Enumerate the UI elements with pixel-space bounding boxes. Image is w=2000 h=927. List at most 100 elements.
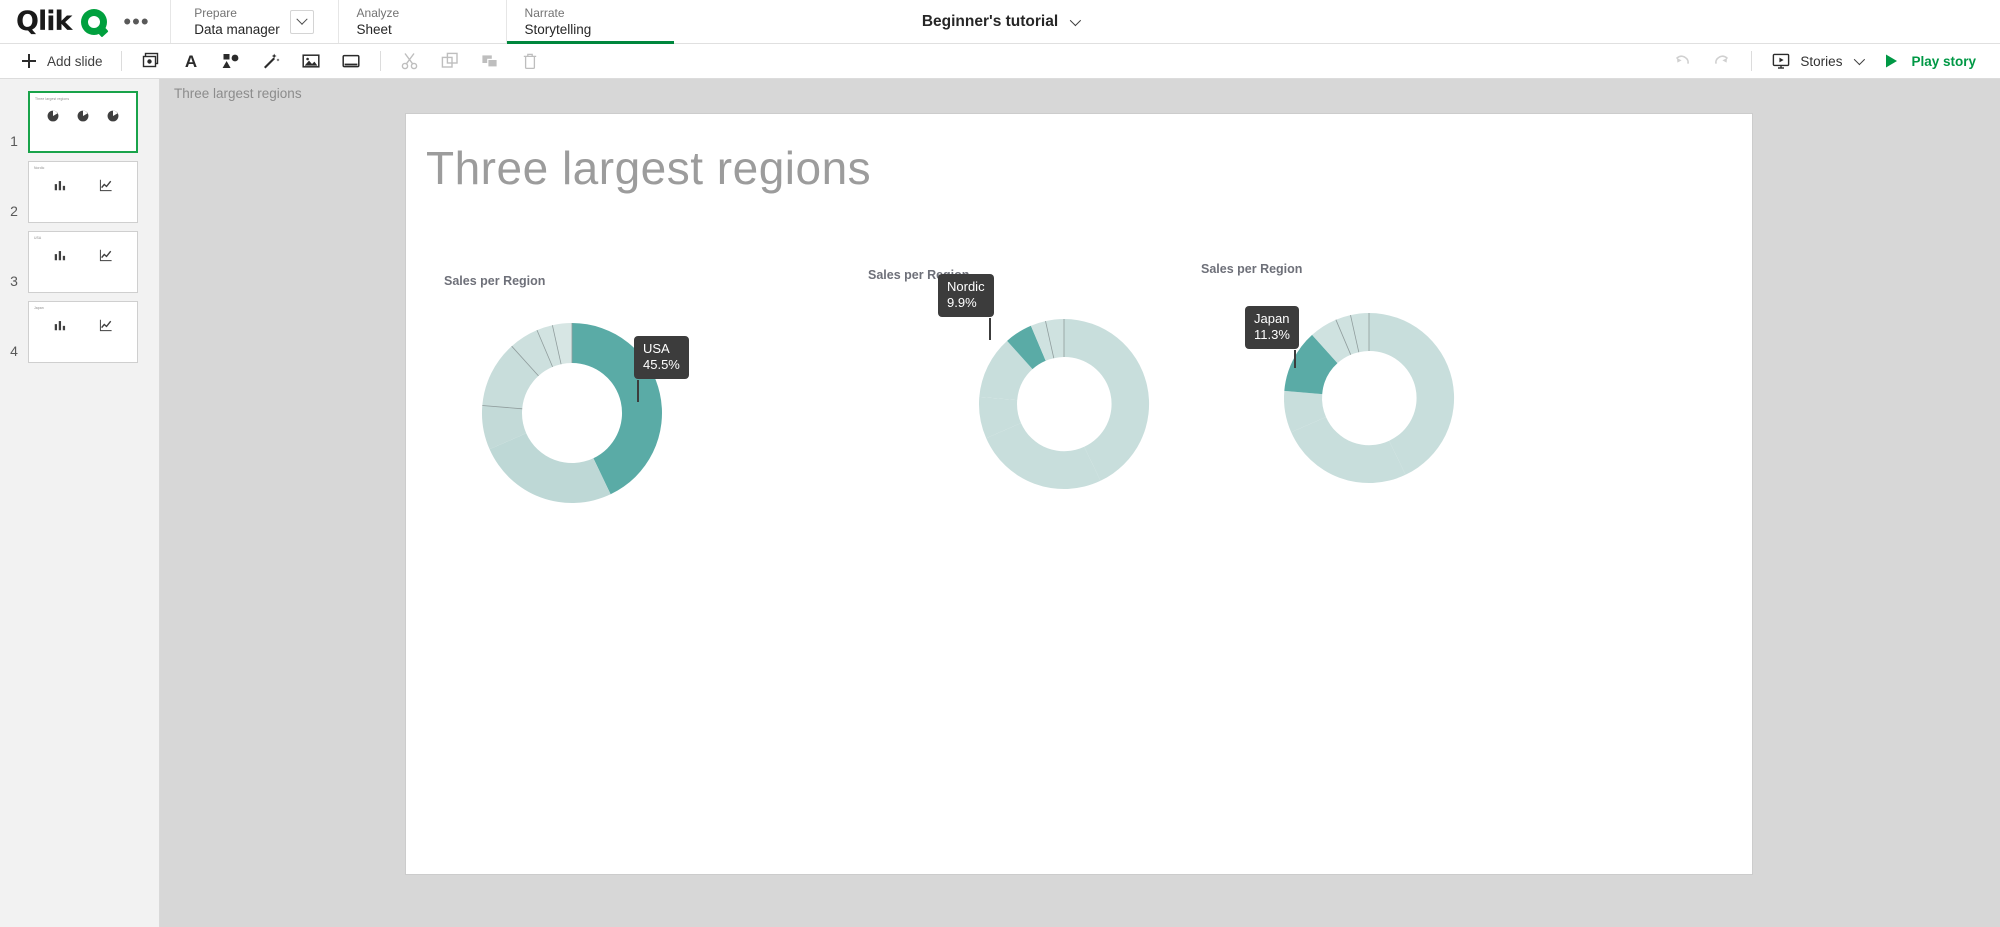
qlik-logo-icon bbox=[81, 8, 108, 35]
viz-sales-per-region-1[interactable]: Sales per Region USA 45.5% bbox=[444, 274, 744, 518]
snapshot-library-icon bbox=[140, 50, 162, 72]
slide-thumbnail-content bbox=[29, 248, 137, 262]
viz-sales-per-region-3[interactable]: Sales per Region Japan 11.3% bbox=[1201, 262, 1521, 506]
play-story-label: Play story bbox=[1911, 53, 1976, 69]
delete-icon bbox=[519, 50, 541, 72]
slide-number: 3 bbox=[10, 273, 18, 289]
copy-button[interactable] bbox=[431, 47, 469, 75]
stories-dropdown-button[interactable]: Stories bbox=[1762, 47, 1870, 75]
more-menu-button[interactable]: ••• bbox=[117, 10, 155, 32]
slide-thumbnail-panel[interactable]: 1 Three largest regions 2 Nordic 3 USA 4… bbox=[0, 79, 160, 927]
donut-chart-japan[interactable]: Japan 11.3% bbox=[1201, 276, 1521, 506]
viz-title: Sales per Region bbox=[1201, 262, 1303, 276]
canvas-slide-label-bar: Three largest regions bbox=[160, 79, 2000, 107]
undo-button[interactable] bbox=[1663, 47, 1701, 75]
slide-thumbnail[interactable]: USA bbox=[28, 231, 138, 293]
nav-section-narrate[interactable]: Narrate Storytelling bbox=[505, 0, 674, 44]
donut-svg bbox=[978, 318, 1150, 490]
slide-thumbnail-title: Japan bbox=[34, 306, 44, 310]
line-chart-icon bbox=[99, 249, 112, 262]
svg-text:A: A bbox=[184, 52, 196, 70]
nav-label-sheet: Sheet bbox=[356, 21, 392, 37]
viz-sales-per-region-2[interactable]: Sales per Region Nordic 9.9% bbox=[868, 268, 1168, 512]
donut-slice-germany bbox=[1291, 417, 1406, 484]
tooltip-value: 9.9% bbox=[947, 295, 977, 310]
slide-thumbnail[interactable]: Nordic bbox=[28, 161, 138, 223]
donut-chart-nordic[interactable]: Nordic 9.9% bbox=[868, 274, 1168, 512]
line-chart-icon bbox=[99, 179, 112, 192]
tooltip-label: USA bbox=[643, 341, 670, 356]
top-navigation-bar: Qlik ••• Prepare Data manager Analyze Sh… bbox=[0, 0, 2000, 44]
add-slide-label: Add slide bbox=[47, 53, 103, 69]
tooltip-tail bbox=[988, 318, 991, 340]
sheet-tool-button[interactable] bbox=[332, 47, 370, 75]
delete-button[interactable] bbox=[511, 47, 549, 75]
nav-section-analyze[interactable]: Analyze Sheet bbox=[337, 0, 506, 43]
slide-list-item-2[interactable]: 2 Nordic bbox=[0, 161, 159, 223]
story-slide[interactable]: Three largest regions Sales per Region U… bbox=[405, 113, 1753, 875]
image-tool-button[interactable] bbox=[292, 47, 330, 75]
line-chart-icon bbox=[99, 319, 112, 332]
main-body: 1 Three largest regions 2 Nordic 3 USA 4… bbox=[0, 79, 2000, 927]
slide-thumbnail-title: Three largest regions bbox=[35, 97, 70, 101]
nav-kicker-prepare: Prepare bbox=[194, 5, 237, 20]
nav-kicker-analyze: Analyze bbox=[356, 5, 400, 20]
snapshot-library-button[interactable] bbox=[132, 47, 170, 75]
canvas-slide-label: Three largest regions bbox=[174, 85, 302, 101]
pie-chart-icon bbox=[77, 110, 89, 122]
bar-chart-icon bbox=[54, 321, 66, 331]
slide-thumbnail-title: USA bbox=[34, 236, 42, 240]
donut-svg bbox=[481, 323, 662, 504]
prepare-dropdown-button[interactable] bbox=[289, 9, 314, 34]
donut-slice-germany bbox=[489, 433, 611, 504]
play-icon bbox=[1880, 50, 1902, 72]
nav-label-data-manager: Data manager bbox=[194, 21, 280, 37]
slide-thumbnail[interactable]: Three largest regions bbox=[28, 91, 138, 153]
tooltip-usa: USA 45.5% bbox=[634, 336, 689, 402]
story-selector[interactable]: Beginner's tutorial bbox=[921, 12, 1082, 31]
bar-chart-icon bbox=[54, 251, 66, 261]
redo-icon bbox=[1711, 50, 1733, 72]
copy-icon bbox=[439, 50, 461, 72]
tooltip-tail bbox=[637, 380, 639, 402]
paste-icon bbox=[479, 50, 501, 72]
pie-chart-icon bbox=[107, 110, 119, 122]
tooltip-label: Nordic bbox=[947, 279, 985, 294]
effects-wand-icon bbox=[260, 50, 282, 72]
effects-tool-button[interactable] bbox=[252, 47, 290, 75]
donut-slice-germany bbox=[986, 423, 1101, 490]
plus-icon bbox=[18, 50, 40, 72]
slide-list-item-4[interactable]: 4 Japan bbox=[0, 301, 159, 363]
tooltip-value: 11.3% bbox=[1254, 327, 1290, 342]
play-story-button[interactable]: Play story bbox=[1872, 47, 1990, 75]
add-slide-button[interactable]: Add slide bbox=[10, 47, 111, 75]
slide-thumbnail-content bbox=[30, 109, 136, 123]
pie-chart-icon bbox=[47, 110, 59, 122]
slide-thumbnail[interactable]: Japan bbox=[28, 301, 138, 363]
slide-number: 4 bbox=[10, 343, 18, 359]
logo-area: Qlik ••• bbox=[0, 0, 170, 43]
slide-list-item-1[interactable]: 1 Three largest regions bbox=[0, 91, 159, 153]
slide-list-item-3[interactable]: 3 USA bbox=[0, 231, 159, 293]
tooltip-nordic: Nordic 9.9% bbox=[938, 274, 994, 340]
toolbar-divider bbox=[379, 51, 381, 71]
story-title-text: Beginner's tutorial bbox=[921, 12, 1059, 30]
tooltip-value: 45.5% bbox=[643, 357, 680, 372]
text-tool-button[interactable]: A bbox=[172, 47, 210, 75]
tooltip-label: Japan bbox=[1254, 311, 1290, 326]
shapes-icon bbox=[220, 50, 242, 72]
stories-label: Stories bbox=[1800, 53, 1843, 69]
stories-monitor-icon bbox=[1770, 50, 1792, 72]
qlik-wordmark: Qlik bbox=[16, 6, 72, 37]
slide-thumbnail-title: Nordic bbox=[34, 166, 45, 170]
sheet-icon bbox=[340, 50, 362, 72]
toolbar-divider bbox=[1751, 51, 1753, 71]
slide-heading: Three largest regions bbox=[426, 142, 872, 194]
donut-chart-usa[interactable]: USA 45.5% bbox=[444, 288, 744, 518]
cut-button[interactable] bbox=[391, 47, 429, 75]
paste-button[interactable] bbox=[471, 47, 509, 75]
nav-section-prepare[interactable]: Prepare Data manager bbox=[169, 0, 338, 43]
story-toolbar: Add slide A Stories Play story bbox=[0, 44, 2000, 79]
shapes-tool-button[interactable] bbox=[212, 47, 250, 75]
redo-button[interactable] bbox=[1703, 47, 1741, 75]
